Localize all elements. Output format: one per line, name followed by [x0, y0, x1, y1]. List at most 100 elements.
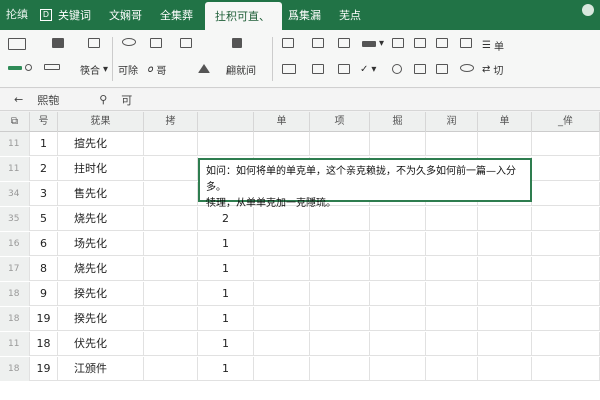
- table-cell[interactable]: [532, 207, 600, 231]
- tab-points[interactable]: 芜点: [333, 7, 373, 30]
- table-cell[interactable]: 19: [30, 307, 58, 331]
- table-cell[interactable]: 1: [198, 357, 254, 381]
- table-cell[interactable]: 揎先化: [58, 132, 144, 156]
- sort-button[interactable]: 𝑜哥: [148, 62, 166, 77]
- table-cell[interactable]: [254, 257, 310, 281]
- table-cell[interactable]: [370, 232, 426, 256]
- table-cell[interactable]: [532, 282, 600, 306]
- tab-text[interactable]: 文娴哥: [103, 7, 154, 30]
- person-button[interactable]: [122, 38, 136, 46]
- table-cell[interactable]: [254, 357, 310, 381]
- table-cell[interactable]: [478, 332, 532, 356]
- table-cell[interactable]: [144, 332, 198, 356]
- table-cell[interactable]: [254, 282, 310, 306]
- table-cell[interactable]: [478, 357, 532, 381]
- column-header[interactable]: 掘: [370, 112, 426, 132]
- table-cell[interactable]: [478, 132, 532, 156]
- table-cell[interactable]: [144, 207, 198, 231]
- table-cell[interactable]: [370, 282, 426, 306]
- box2-button[interactable]: [312, 64, 324, 74]
- table-cell[interactable]: [532, 332, 600, 356]
- search-icon[interactable]: ⚲: [99, 93, 107, 106]
- format-button[interactable]: [232, 38, 242, 48]
- row-number[interactable]: 35: [0, 207, 30, 231]
- border-button[interactable]: [150, 38, 162, 48]
- more-button[interactable]: ✓ ▾: [360, 64, 376, 75]
- table-cell[interactable]: [254, 232, 310, 256]
- text-box-button[interactable]: [460, 38, 472, 48]
- align-button[interactable]: [44, 64, 60, 70]
- row-number[interactable]: 18: [0, 282, 30, 306]
- column-header[interactable]: 润: [426, 112, 478, 132]
- table-cell[interactable]: [254, 332, 310, 356]
- column-header[interactable]: 项: [310, 112, 370, 132]
- clipboard-button[interactable]: [52, 38, 64, 48]
- table-cell[interactable]: [370, 257, 426, 281]
- table-cell[interactable]: [478, 232, 532, 256]
- column-header[interactable]: 莸果: [58, 112, 144, 132]
- table-cell[interactable]: 伏先化: [58, 332, 144, 356]
- list-button[interactable]: ☰ 单: [482, 38, 504, 53]
- column-header[interactable]: 号: [30, 112, 58, 132]
- table-cell[interactable]: [532, 132, 600, 156]
- fill-button[interactable]: [198, 64, 210, 73]
- table-cell[interactable]: [310, 357, 370, 381]
- table-cell[interactable]: 2: [30, 157, 58, 181]
- table-cell[interactable]: 烧先化: [58, 207, 144, 231]
- row-number[interactable]: 17: [0, 257, 30, 281]
- table-cell[interactable]: [144, 132, 198, 156]
- table-cell[interactable]: [310, 232, 370, 256]
- table-cell[interactable]: [144, 257, 198, 281]
- column-header[interactable]: 单: [254, 112, 310, 132]
- table-cell[interactable]: [144, 157, 198, 181]
- cut-button[interactable]: ⇄ 切: [482, 62, 503, 77]
- row-number[interactable]: 11: [0, 157, 30, 181]
- table-cell[interactable]: [426, 357, 478, 381]
- table-cell[interactable]: 1: [198, 332, 254, 356]
- column-header[interactable]: 拷: [144, 112, 198, 132]
- table-cell[interactable]: 1: [198, 232, 254, 256]
- table-cell[interactable]: [370, 332, 426, 356]
- table-cell[interactable]: [310, 132, 370, 156]
- row-number[interactable]: 11: [0, 332, 30, 356]
- oval-button[interactable]: [460, 64, 474, 72]
- table-cell[interactable]: [310, 307, 370, 331]
- table-cell[interactable]: [144, 357, 198, 381]
- table-cell[interactable]: [532, 157, 600, 181]
- table-cell[interactable]: [426, 232, 478, 256]
- table-cell[interactable]: [254, 307, 310, 331]
- table-cell[interactable]: 9: [30, 282, 58, 306]
- table-cell[interactable]: 1: [198, 307, 254, 331]
- table-cell[interactable]: 5: [30, 207, 58, 231]
- frame-button[interactable]: [338, 38, 350, 48]
- table-cell[interactable]: [370, 132, 426, 156]
- table-cell[interactable]: 1: [198, 257, 254, 281]
- row-number[interactable]: 34: [0, 182, 30, 206]
- row-number[interactable]: 16: [0, 232, 30, 256]
- table-cell[interactable]: 江颁件: [58, 357, 144, 381]
- table-cell[interactable]: [532, 232, 600, 256]
- color-bar[interactable]: [8, 64, 32, 71]
- name-box-arrow-icon[interactable]: ←: [14, 93, 23, 106]
- row-number[interactable]: 18: [0, 357, 30, 381]
- table-cell[interactable]: [532, 307, 600, 331]
- grid-button[interactable]: [312, 38, 324, 48]
- pivot-button[interactable]: [436, 38, 448, 48]
- compare-button[interactable]: 筷合 ▾: [80, 62, 108, 77]
- table-cell[interactable]: [478, 282, 532, 306]
- chart-button[interactable]: [414, 38, 426, 48]
- comment-popup[interactable]: 如问：如何将单的单克单，这个亲克赖拢，不为久多如何前一篇—入分多。 犊理，从单单…: [198, 158, 532, 209]
- table-cell[interactable]: 售先化: [58, 182, 144, 206]
- remove-button[interactable]: 可除: [118, 62, 138, 77]
- tab-keywords[interactable]: D 关键词: [34, 7, 103, 30]
- table-cell[interactable]: 烧先化: [58, 257, 144, 281]
- image-button[interactable]: [392, 38, 404, 48]
- table-cell[interactable]: 19: [30, 357, 58, 381]
- table-cell[interactable]: 3: [30, 182, 58, 206]
- column-header[interactable]: [198, 112, 254, 132]
- tab-active[interactable]: 扗积可直、: [205, 2, 282, 30]
- tab-all[interactable]: 全集葬: [154, 7, 205, 30]
- table-cell[interactable]: [532, 257, 600, 281]
- table-cell[interactable]: [310, 282, 370, 306]
- formula-input[interactable]: 可: [121, 92, 132, 108]
